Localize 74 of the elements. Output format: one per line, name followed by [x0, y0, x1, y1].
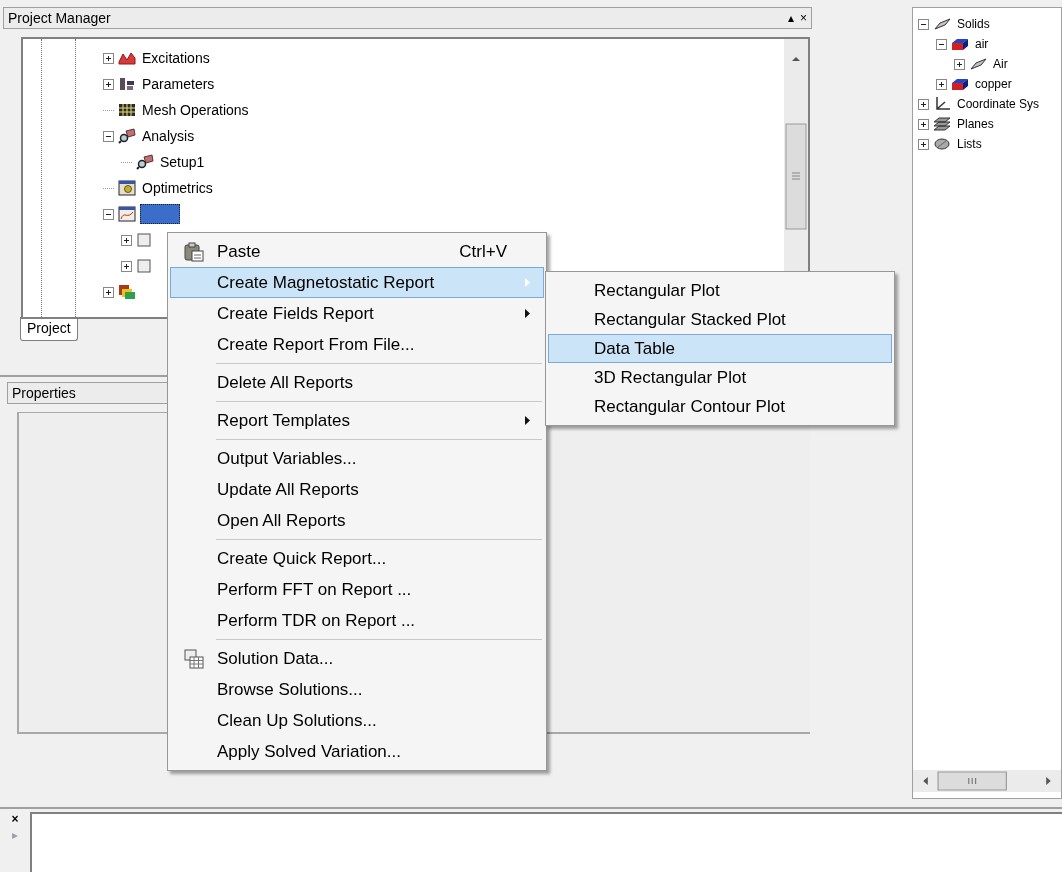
expand-icon[interactable]	[918, 118, 929, 130]
shortcut-text: Ctrl+V	[459, 240, 507, 263]
menu-item[interactable]: Report Templates	[170, 405, 544, 436]
expand-icon[interactable]	[918, 98, 929, 110]
expand-icon[interactable]	[936, 78, 947, 90]
horizontal-scrollbar[interactable]	[913, 770, 1061, 792]
tree-item[interactable]: Analysis	[140, 125, 197, 147]
list-object-icon	[933, 136, 951, 152]
grid-icon	[118, 102, 136, 118]
wave-icon	[118, 50, 136, 66]
chart-window-icon	[118, 206, 136, 222]
menu-item[interactable]: Solution Data...	[170, 643, 544, 674]
close-button[interactable]: ×	[800, 12, 807, 24]
close-button[interactable]: ×	[11, 813, 19, 825]
expand-icon[interactable]	[121, 260, 132, 272]
tree-item[interactable]: Lists	[955, 135, 984, 153]
menu-item[interactable]: Delete All Reports	[170, 367, 544, 398]
menu-item[interactable]: Clean Up Solutions...	[170, 705, 544, 736]
collapse-icon[interactable]	[936, 38, 947, 50]
tree-item[interactable]	[140, 204, 180, 224]
planes-icon	[933, 116, 951, 132]
tree-item[interactable]: Planes	[955, 115, 996, 133]
tree-item[interactable]: Setup1	[158, 151, 207, 173]
collapse-button[interactable]: ▴	[788, 12, 794, 24]
tree-item[interactable]: Mesh Operations	[140, 99, 251, 121]
tree-item[interactable]: Optimetrics	[140, 177, 215, 199]
tree-item[interactable]: Parameters	[140, 73, 217, 95]
tree-item[interactable]: air	[973, 35, 991, 53]
menu-item[interactable]: Rectangular Stacked Plot	[548, 305, 892, 334]
menu-item[interactable]: Create Fields Report	[170, 298, 544, 329]
menu-item[interactable]: Open All Reports	[170, 505, 544, 536]
menu-item[interactable]: Browse Solutions...	[170, 674, 544, 705]
menu-item[interactable]: Create Quick Report...	[170, 543, 544, 574]
axes-icon	[933, 96, 951, 112]
menu-item[interactable]: Paste Ctrl+V	[170, 236, 544, 267]
menu-item[interactable]: Create Magnetostatic Report	[170, 267, 544, 298]
magnifier-icon	[136, 154, 154, 170]
block-icon	[951, 36, 969, 52]
tree-item[interactable]: Excitations	[140, 47, 212, 69]
expand-icon[interactable]	[103, 78, 114, 90]
node-icon	[136, 258, 154, 274]
tree-item[interactable]: Air	[991, 55, 1010, 73]
panel-title: Properties	[12, 383, 76, 403]
menu-item[interactable]: Data Table	[548, 334, 892, 363]
panel-tab[interactable]: Project	[20, 317, 78, 341]
node-icon	[136, 232, 154, 248]
menu-item[interactable]: Rectangular Contour Plot	[548, 392, 892, 421]
tree-item[interactable]: Coordinate Sys	[955, 95, 1042, 113]
expand-icon[interactable]	[954, 58, 965, 70]
collapse-icon[interactable]	[103, 130, 114, 142]
menu-item[interactable]: Create Report From File...	[170, 329, 544, 360]
menu-item[interactable]: Perform TDR on Report ...	[170, 605, 544, 636]
magnifier-icon	[118, 128, 136, 144]
stacked-layers-icon	[118, 284, 136, 300]
menu-item[interactable]: Rectangular Plot	[548, 276, 892, 305]
menu-item[interactable]: 3D Rectangular Plot	[548, 363, 892, 392]
block-icon	[951, 76, 969, 92]
expand-icon[interactable]	[918, 138, 929, 150]
collapse-icon[interactable]	[103, 208, 114, 220]
tools-icon	[118, 76, 136, 92]
table-icon	[183, 647, 205, 670]
clipboard-icon	[183, 240, 205, 263]
menu-item[interactable]: Perform FFT on Report ...	[170, 574, 544, 605]
menu-item[interactable]: Apply Solved Variation...	[170, 736, 544, 767]
collapse-icon[interactable]	[918, 18, 929, 30]
menu-item[interactable]: Output Variables...	[170, 443, 544, 474]
tree-item[interactable]: copper	[973, 75, 1014, 93]
expand-icon[interactable]	[103, 286, 114, 298]
expand-icon[interactable]	[121, 234, 132, 246]
tree-item[interactable]: Solids	[955, 15, 992, 33]
panel-title: Project Manager	[8, 8, 111, 28]
expand-icon[interactable]	[103, 52, 114, 64]
gear-window-icon	[118, 180, 136, 196]
menu-item[interactable]: Update All Reports	[170, 474, 544, 505]
